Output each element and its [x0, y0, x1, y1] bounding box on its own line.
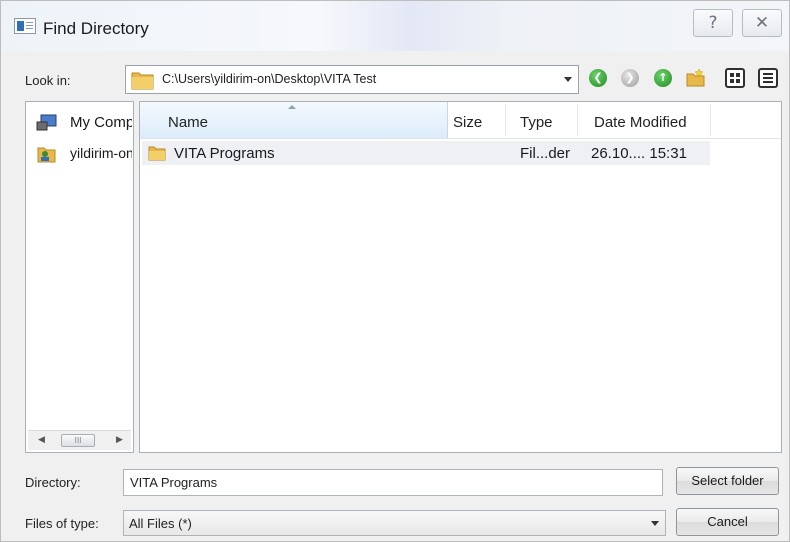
column-header-size[interactable]: Size: [453, 114, 482, 131]
file-list[interactable]: Name Size Type Date Modified VITA Progra…: [139, 101, 782, 453]
back-arrow-icon: ❮: [589, 69, 607, 87]
cancel-button[interactable]: Cancel: [676, 508, 779, 536]
select-folder-button[interactable]: Select folder: [676, 467, 779, 495]
folder-icon: [131, 72, 154, 90]
directory-value: VITA Programs: [130, 475, 218, 490]
lookin-combo[interactable]: C:\Users\yildirim-on\Desktop\VITA Test: [125, 65, 579, 94]
parent-directory-icon: ↑: [654, 69, 672, 87]
row-type: Fil...der: [520, 145, 571, 162]
computer-icon: [36, 114, 57, 131]
list-view-button[interactable]: [724, 67, 746, 89]
column-divider[interactable]: [505, 104, 506, 136]
chevron-down-icon[interactable]: [564, 77, 572, 82]
folder-icon: [148, 146, 166, 161]
forward-arrow-icon: ❯: [621, 69, 639, 87]
sidebar[interactable]: My Computer yildirim-on ◀ III ▶: [25, 101, 134, 453]
list-view-icon: [725, 68, 745, 88]
title-bar[interactable]: Find Directory ? ✕: [1, 1, 789, 51]
sort-ascending-icon: [288, 105, 296, 109]
forward-button[interactable]: ❯: [619, 67, 641, 89]
column-divider[interactable]: [710, 104, 711, 136]
lookin-label: Look in:: [25, 73, 71, 88]
scroll-left-icon[interactable]: ◀: [38, 435, 45, 445]
chevron-down-icon[interactable]: [651, 521, 659, 526]
sidebar-item-label: My Computer: [70, 114, 132, 131]
filetype-combo[interactable]: All Files (*): [123, 510, 666, 536]
column-divider[interactable]: [577, 104, 578, 136]
sidebar-item-label: yildirim-on: [70, 145, 132, 161]
close-button[interactable]: ✕: [742, 9, 782, 37]
scroll-right-icon[interactable]: ▶: [116, 435, 123, 445]
new-folder-icon: [686, 68, 705, 87]
directory-input[interactable]: VITA Programs: [123, 469, 663, 496]
lookin-path: C:\Users\yildirim-on\Desktop\VITA Test: [162, 72, 377, 86]
detail-view-icon: [758, 68, 778, 88]
column-header-date-modified[interactable]: Date Modified: [594, 114, 687, 131]
column-header-name[interactable]: Name: [168, 114, 208, 131]
horizontal-scrollbar[interactable]: ◀ III ▶: [28, 430, 131, 450]
window-title: Find Directory: [43, 19, 149, 38]
parent-directory-button[interactable]: ↑: [652, 67, 674, 89]
scroll-thumb[interactable]: III: [61, 434, 95, 447]
column-header: Name Size Type Date Modified: [140, 102, 781, 139]
column-header-type[interactable]: Type: [520, 114, 553, 131]
new-folder-button[interactable]: [685, 67, 707, 89]
filetype-label: Files of type:: [25, 516, 99, 531]
filetype-value: All Files (*): [129, 516, 192, 531]
row-date: 26.10.... 15:31: [591, 145, 687, 162]
sidebar-item-user[interactable]: yildirim-on: [34, 142, 132, 164]
help-button[interactable]: ?: [693, 9, 733, 37]
sidebar-item-my-computer[interactable]: My Computer: [34, 112, 132, 134]
detail-view-button[interactable]: [757, 67, 779, 89]
back-button[interactable]: ❮: [587, 67, 609, 89]
directory-label: Directory:: [25, 475, 81, 490]
table-row[interactable]: VITA Programs Fil...der 26.10.... 15:31: [142, 141, 710, 165]
row-name: VITA Programs: [174, 145, 275, 162]
find-directory-dialog: Find Directory ? ✕ Look in: C:\Users\yil…: [0, 0, 790, 542]
user-folder-icon: [37, 147, 56, 163]
app-icon: [14, 18, 36, 34]
